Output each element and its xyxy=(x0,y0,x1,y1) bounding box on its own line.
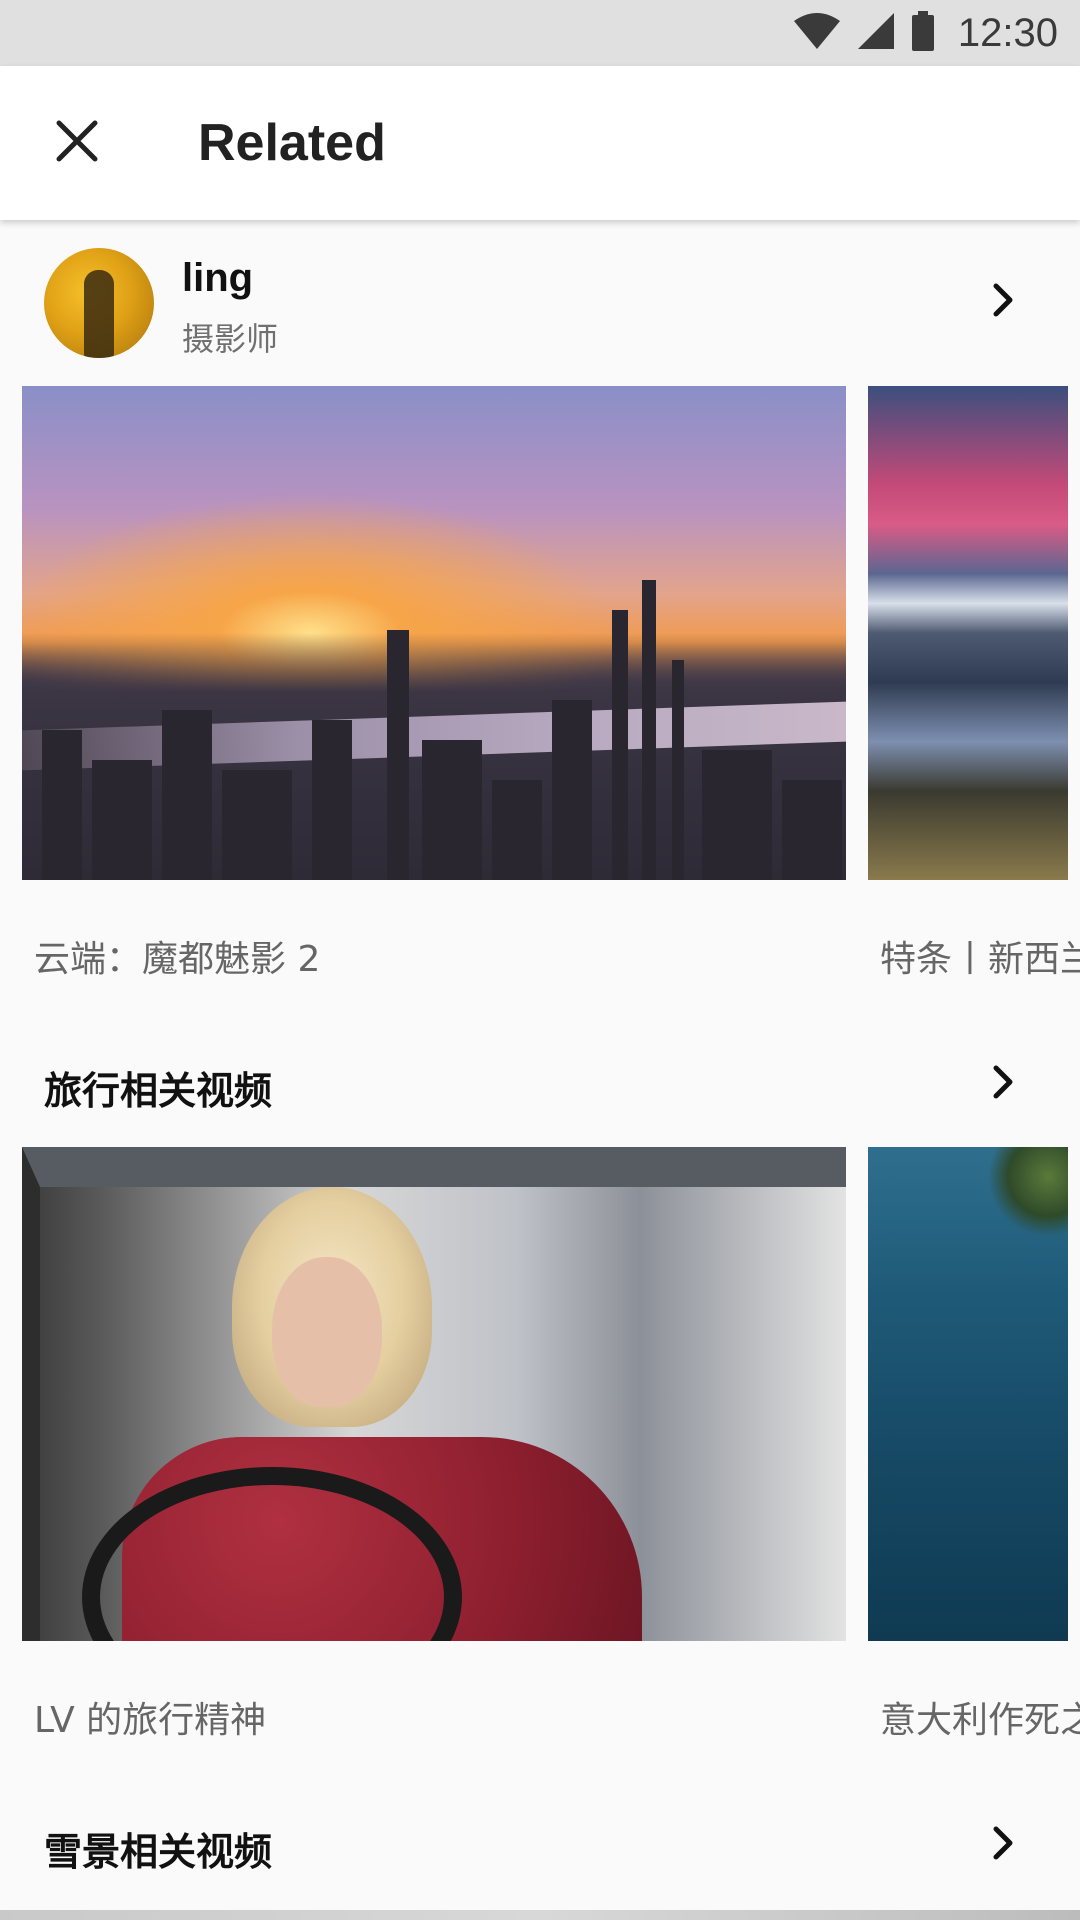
related-content: ling 摄影师 云端：魔都魅影 2 特条丨新西兰 旅行相关视频 LV 的旅行精… xyxy=(0,220,1080,1920)
section-chevron-button[interactable] xyxy=(984,1064,1024,1104)
page-title: Related xyxy=(198,114,386,172)
video-caption: 特条丨新西兰 xyxy=(880,939,1080,980)
ocean-aerial-thumbnail[interactable] xyxy=(868,1147,1068,1641)
video-caption: LV 的旅行精神 xyxy=(34,1700,267,1741)
status-bar: 12:30 xyxy=(0,0,1080,66)
wifi-icon xyxy=(792,11,842,55)
status-time: 12:30 xyxy=(957,10,1058,55)
mountain-lake-thumbnail[interactable] xyxy=(868,386,1068,880)
city-sunset-thumbnail[interactable] xyxy=(22,386,846,880)
profile-name: ling xyxy=(182,256,254,300)
profile-row[interactable]: ling 摄影师 xyxy=(0,220,1080,386)
battery-icon xyxy=(910,11,936,55)
chevron-right-icon xyxy=(992,1064,1016,1104)
close-button[interactable] xyxy=(44,110,110,176)
close-icon xyxy=(55,119,99,167)
woman-in-car-thumbnail[interactable] xyxy=(22,1147,846,1641)
chevron-right-icon xyxy=(992,1825,1016,1865)
section-title[interactable]: 雪景相关视频 xyxy=(44,1821,272,1876)
status-icons: 12:30 xyxy=(792,10,1058,56)
app-bar: Related xyxy=(0,66,1080,220)
section-chevron-button[interactable] xyxy=(984,1825,1024,1865)
section-title[interactable]: 旅行相关视频 xyxy=(44,1060,272,1115)
snow-thumbnail-strip xyxy=(0,1910,1080,1920)
profile-role: 摄影师 xyxy=(182,320,279,358)
profile-chevron-button[interactable] xyxy=(984,282,1024,322)
video-caption: 云端：魔都魅影 2 xyxy=(34,939,321,980)
avatar[interactable] xyxy=(44,248,154,358)
cellular-signal-icon xyxy=(856,11,896,55)
chevron-right-icon xyxy=(992,282,1016,322)
video-caption: 意大利作死之旅 xyxy=(880,1700,1080,1741)
